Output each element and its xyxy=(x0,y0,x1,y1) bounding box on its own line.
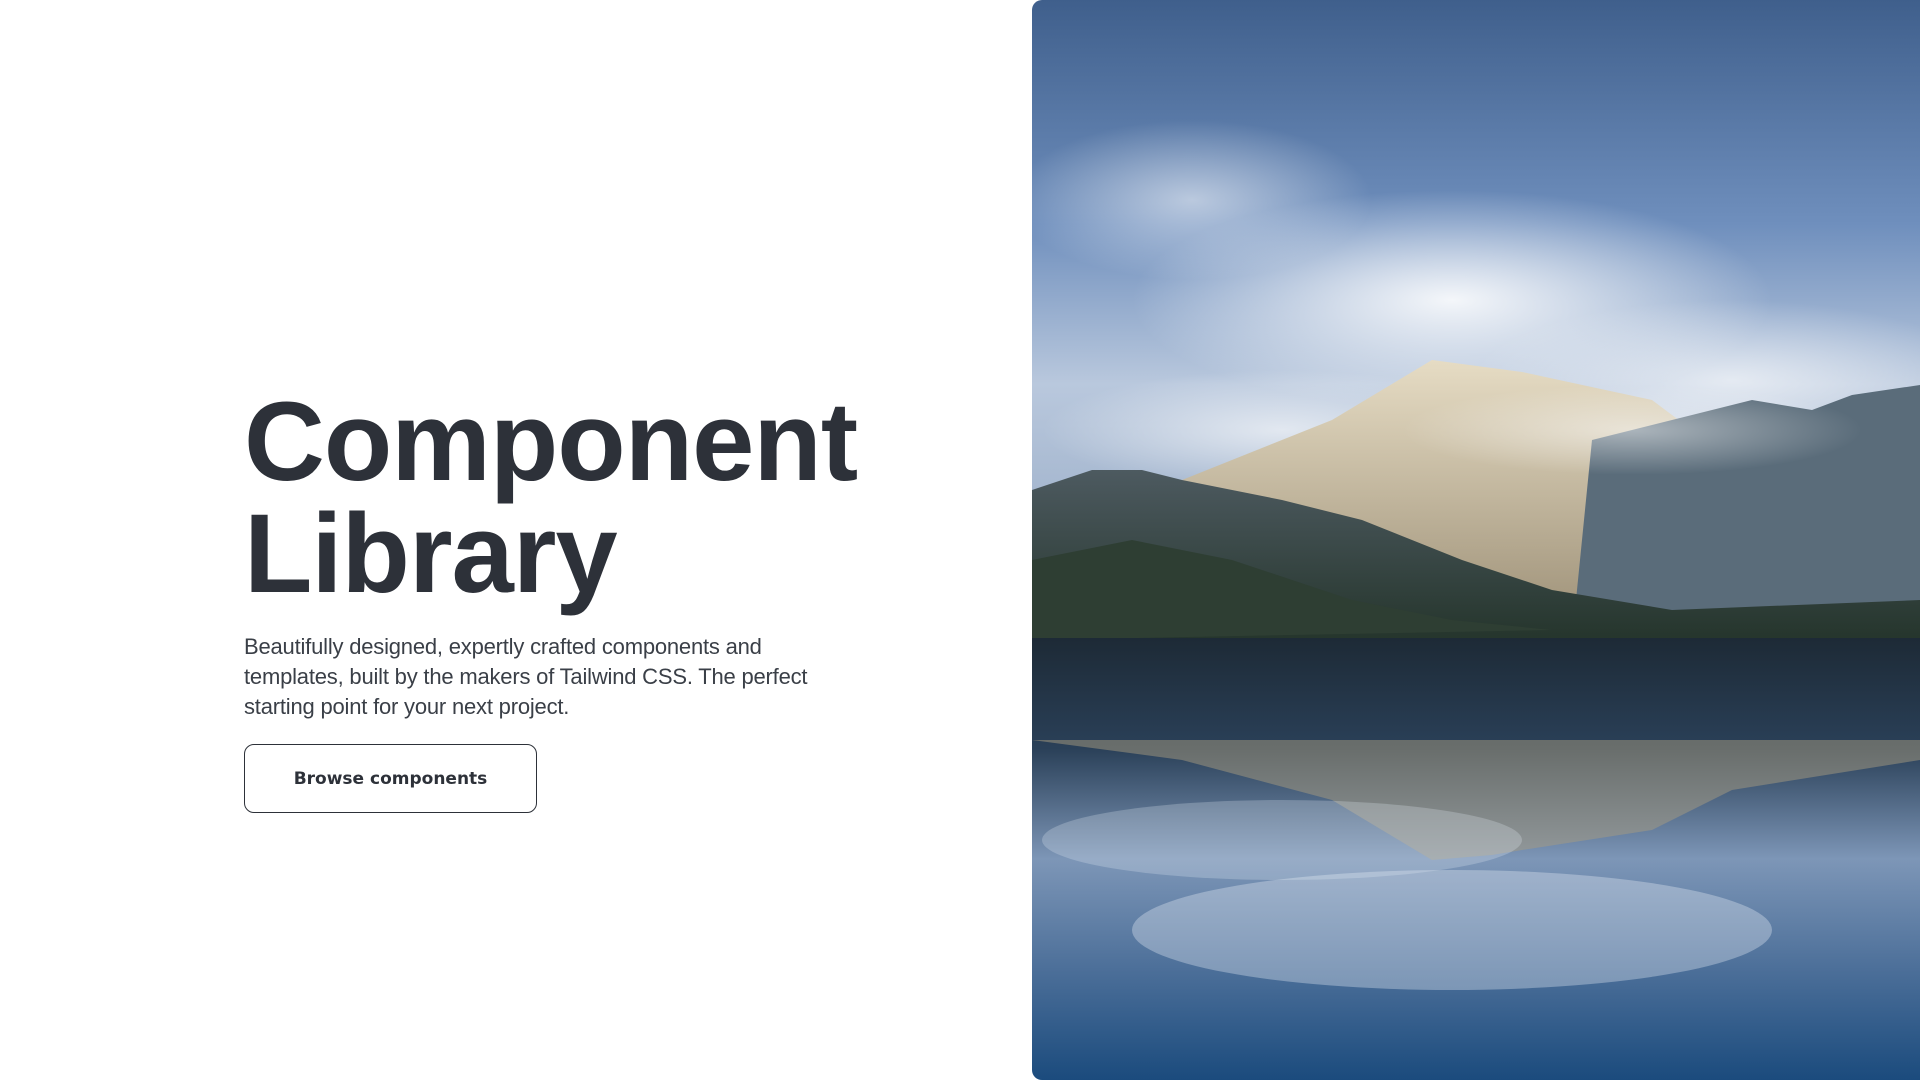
hero-title-line-2: Library xyxy=(244,491,618,616)
hero-content: Component Library Beautifully designed, … xyxy=(244,386,884,813)
hero-description: Beautifully designed, expertly crafted c… xyxy=(244,634,808,719)
hero-title: Component Library xyxy=(244,386,884,610)
browse-components-button[interactable]: Browse components xyxy=(244,744,537,813)
page: Component Library Beautifully designed, … xyxy=(0,0,1920,1080)
mountain-lake-image xyxy=(1032,0,1920,1080)
hero-image xyxy=(1032,0,1920,1080)
hero-title-line-1: Component xyxy=(244,379,858,504)
